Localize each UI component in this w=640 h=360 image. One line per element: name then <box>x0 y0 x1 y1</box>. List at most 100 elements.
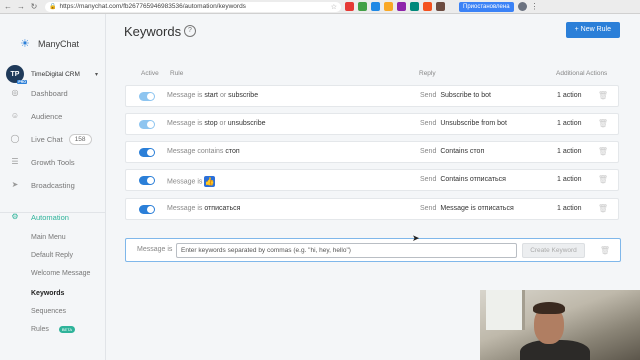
rule-cell[interactable]: Message contains стоп <box>167 148 240 155</box>
subnav-keywords[interactable]: Keywords <box>31 290 64 297</box>
trash-icon[interactable]: 🗑 <box>598 91 608 100</box>
chevron-down-icon: ▾ <box>94 71 98 78</box>
subnav-rules-label: Rules <box>31 326 49 333</box>
subnav-main-menu[interactable]: Main Menu <box>31 234 66 241</box>
live-chat-count-badge: 158 <box>68 133 92 145</box>
active-toggle[interactable] <box>139 205 155 214</box>
sidebar-item-broadcasting[interactable]: ➤ Broadcasting <box>10 178 102 192</box>
reply-value: Contains отписаться <box>440 176 506 183</box>
pro-badge: PRO <box>17 80 27 84</box>
rule-or: or <box>219 92 227 99</box>
rule-cell[interactable]: Message is start or subscribe <box>167 92 258 99</box>
beta-badge: BETA <box>58 325 76 333</box>
active-toggle[interactable] <box>139 148 155 157</box>
browser-extension-icon[interactable] <box>423 2 432 11</box>
keywords-input[interactable] <box>176 243 517 258</box>
table-row[interactable]: Message contains стоп Send Contains стоп … <box>125 141 619 163</box>
reload-icon[interactable]: ↻ <box>29 2 39 12</box>
rule-condition: Message is <box>167 92 203 99</box>
browser-extension-icon[interactable] <box>384 2 393 11</box>
url-text: https://manychat.com/fb267765946983536/a… <box>59 3 246 10</box>
sidebar-item-label: Broadcasting <box>31 180 75 190</box>
rule-keyword: subscribe <box>228 92 259 99</box>
subnav-welcome-message[interactable]: Welcome Message <box>31 270 90 277</box>
trash-icon[interactable]: 🗑 <box>598 175 608 184</box>
menu-dots-icon[interactable]: ⋮ <box>531 2 539 11</box>
forward-icon[interactable]: → <box>16 2 26 12</box>
reply-value: Contains стоп <box>440 148 485 155</box>
active-toggle[interactable] <box>139 92 155 101</box>
active-toggle[interactable] <box>139 176 155 185</box>
table-row[interactable]: Message is stop or unsubscribe Send Unsub… <box>125 113 619 135</box>
actions-cell[interactable]: 1 action <box>557 176 582 183</box>
reply-cell[interactable]: Send Contains отписаться <box>420 176 506 183</box>
back-icon[interactable]: ← <box>3 2 13 12</box>
actions-cell[interactable]: 1 action <box>557 120 582 127</box>
bookmark-star-icon[interactable]: ☆ <box>331 3 337 11</box>
browser-extension-icon[interactable] <box>397 2 406 11</box>
reply-prefix: Send <box>420 120 437 127</box>
reply-cell[interactable]: Send Message is отписаться <box>420 205 514 212</box>
subnav-default-reply[interactable]: Default Reply <box>31 252 73 259</box>
sidebar-item-live-chat[interactable]: ◯ Live Chat 158 <box>10 132 102 146</box>
reply-value: Subscribe to bot <box>440 92 491 99</box>
rule-condition: Message contains <box>167 148 224 155</box>
table-row[interactable]: Message is 👍 Send Contains отписаться 1 a… <box>125 169 619 191</box>
table-row[interactable]: Message is отписаться Send Message is отп… <box>125 198 619 220</box>
help-icon[interactable]: ? <box>184 25 196 37</box>
browser-extension-icon[interactable] <box>436 2 445 11</box>
reply-cell[interactable]: Send Subscribe to bot <box>420 92 491 99</box>
rule-keyword: stop <box>204 120 218 127</box>
manychat-logo[interactable]: ☀ ManyChat <box>20 38 79 50</box>
active-toggle[interactable] <box>139 120 155 129</box>
account-switcher[interactable]: TP PRO TimeDigital CRM ▾ <box>6 64 102 84</box>
sidebar: ☀ ManyChat TP PRO TimeDigital CRM ▾ ◎ Da… <box>0 14 106 360</box>
new-keyword-row: Message is Create Keyword 🗑 <box>125 238 621 262</box>
actions-cell[interactable]: 1 action <box>557 205 582 212</box>
webcam-window <box>486 290 525 330</box>
sidebar-item-audience[interactable]: ☺ Audience <box>10 109 102 123</box>
table-row[interactable]: Message is start or subscribe Send Subscr… <box>125 85 619 107</box>
profile-avatar[interactable] <box>517 2 527 11</box>
new-rule-condition[interactable]: Message is <box>137 246 172 253</box>
trash-icon[interactable]: 🗑 <box>600 246 610 255</box>
rule-condition: Message is <box>167 205 203 212</box>
sidebar-item-label: Audience <box>31 111 63 121</box>
brand-name: ManyChat <box>38 39 80 49</box>
reply-prefix: Send <box>420 92 437 99</box>
sidebar-item-growth-tools[interactable]: ☰ Growth Tools <box>10 155 102 169</box>
subnav-sequences[interactable]: Sequences <box>31 308 66 315</box>
reply-cell[interactable]: Send Contains стоп <box>420 148 484 155</box>
rule-cell[interactable]: Message is stop or unsubscribe <box>167 120 265 127</box>
thumbs-up-icon: 👍 <box>204 176 216 187</box>
rule-cell[interactable]: Message is отписаться <box>167 205 240 212</box>
mouse-cursor-icon: ➤ <box>412 233 420 243</box>
trash-icon[interactable]: 🗑 <box>598 119 608 128</box>
sidebar-item-dashboard[interactable]: ◎ Dashboard <box>10 86 102 100</box>
rule-cell[interactable]: Message is 👍 <box>167 176 216 187</box>
actions-cell[interactable]: 1 action <box>557 92 582 99</box>
subnav-rules[interactable]: Rules BETA <box>31 325 76 333</box>
browser-extension-icon[interactable] <box>371 2 380 11</box>
sidebar-item-automation[interactable]: ⚙ Automation <box>10 210 102 224</box>
address-bar[interactable]: 🔒 https://manychat.com/fb267765946983536… <box>45 1 341 12</box>
header-rule: Rule <box>170 70 184 77</box>
trash-icon[interactable]: 🗑 <box>598 204 608 213</box>
browser-extension-icon[interactable] <box>358 2 367 11</box>
rule-or: or <box>219 120 226 127</box>
create-keyword-button[interactable]: Create Keyword <box>522 243 585 258</box>
actions-cell[interactable]: 1 action <box>557 148 582 155</box>
rule-keyword: отписаться <box>204 205 241 212</box>
reply-cell[interactable]: Send Unsubscribe from bot <box>420 120 507 127</box>
account-initials: TP <box>10 70 20 78</box>
sidebar-item-label: Live Chat <box>31 134 63 144</box>
paused-badge[interactable]: Приостановлена <box>459 1 514 12</box>
manychat-logo-icon: ☀ <box>20 38 30 50</box>
trash-icon[interactable]: 🗑 <box>598 147 608 156</box>
new-rule-button[interactable]: + New Rule <box>565 22 620 38</box>
browser-extension-icon[interactable] <box>410 2 419 11</box>
browser-extension-icon[interactable] <box>345 2 354 11</box>
reply-value: Unsubscribe from bot <box>440 120 507 127</box>
browser-toolbar: ← → ↻ 🔒 https://manychat.com/fb267765946… <box>0 0 640 14</box>
extensions-bar <box>341 2 445 11</box>
